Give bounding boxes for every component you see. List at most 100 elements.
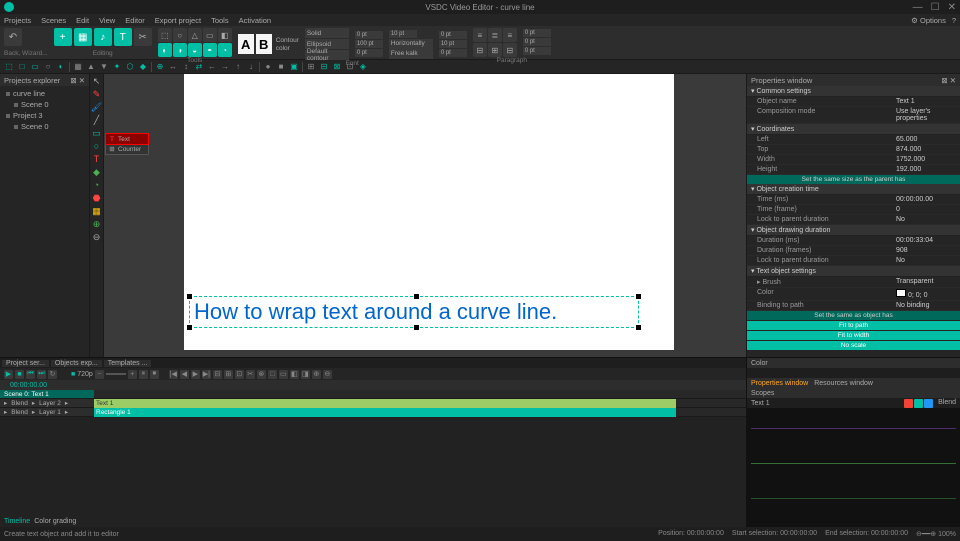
prop-value[interactable]: 00:00:00.00 xyxy=(896,196,956,203)
tool-icon[interactable]: ↑ xyxy=(233,62,243,72)
tree-item[interactable]: curve line xyxy=(2,88,87,99)
tool-icon[interactable]: ⊞ xyxy=(306,62,316,72)
menu-projects[interactable]: Projects xyxy=(4,16,31,25)
tool-icon[interactable]: ⊟ xyxy=(319,62,329,72)
tree-item[interactable]: Scene 0 xyxy=(2,121,87,132)
scene-title[interactable]: Scene 0: Text 1 xyxy=(4,391,49,398)
timeline-tab[interactable]: Timeline xyxy=(4,518,30,525)
menu-tools[interactable]: Tools xyxy=(211,16,229,25)
pen-tool-icon[interactable]: ✎ xyxy=(92,89,102,99)
tl-button[interactable]: ◀ xyxy=(180,370,189,379)
tool-icon[interactable]: ← xyxy=(207,62,217,72)
style-dropdown[interactable]: Default contour xyxy=(305,50,349,60)
tl-button[interactable]: ▶ xyxy=(191,370,200,379)
prop-value[interactable]: Text 1 xyxy=(896,98,956,105)
text-style-b-button[interactable]: B xyxy=(256,34,272,54)
canvas[interactable]: How to wrap text around a curve line. xyxy=(184,74,674,350)
size-spinner[interactable]: 10 pt xyxy=(439,40,467,48)
tl-button[interactable]: |◀ xyxy=(169,370,178,379)
align-icon[interactable]: ≡ xyxy=(473,28,487,42)
tl-button[interactable]: □ xyxy=(268,370,277,379)
size-spinner[interactable]: 0 pt xyxy=(523,38,551,46)
help-button[interactable]: ? xyxy=(952,16,956,25)
menu-export-project[interactable]: Export project xyxy=(155,16,201,25)
layer-dropdown[interactable]: Layer 2 xyxy=(39,400,61,407)
align-icon[interactable]: ⊞ xyxy=(488,43,502,57)
tool-icon[interactable]: ◑ xyxy=(173,43,187,57)
text-effects-button[interactable]: T xyxy=(114,28,132,46)
section-header[interactable]: ▾ Text object settings xyxy=(747,266,960,277)
panel-close-icon[interactable]: ⊠ ✕ xyxy=(941,76,956,85)
maximize-button[interactable]: ☐ xyxy=(931,2,940,13)
tool-icon[interactable]: ◔ xyxy=(218,43,232,57)
ctx-menu-counter[interactable]: ⊞Counter xyxy=(106,144,148,154)
tool-icon[interactable]: ○ xyxy=(173,28,187,42)
scope-blend[interactable]: Blend xyxy=(938,399,956,408)
tool-icon[interactable]: ▦ xyxy=(73,62,83,72)
tool-icon[interactable]: ⊠ xyxy=(332,62,342,72)
line-tool-icon[interactable]: ╱ xyxy=(92,115,102,125)
play-button[interactable]: ▶ xyxy=(4,370,13,379)
scope-blue-toggle[interactable] xyxy=(924,399,933,408)
prop-value[interactable]: 874.000 xyxy=(896,146,956,153)
prop-value[interactable]: No binding xyxy=(896,302,956,309)
menu-scenes[interactable]: Scenes xyxy=(41,16,66,25)
ellipse-tool-icon[interactable]: ○ xyxy=(92,141,102,151)
tl-button[interactable]: ⊡ xyxy=(235,370,244,379)
menu-view[interactable]: View xyxy=(99,16,115,25)
tool-icon[interactable]: ▭ xyxy=(30,62,40,72)
tool-icon[interactable]: ◓ xyxy=(203,43,217,57)
tool-icon[interactable]: → xyxy=(220,62,230,72)
tl-button[interactable]: ⊟ xyxy=(213,370,222,379)
pie-tool-icon[interactable]: ◔ xyxy=(92,180,102,190)
prop-value[interactable]: 192.000 xyxy=(896,166,956,173)
tool-icon[interactable]: ⊕ xyxy=(155,62,165,72)
section-header[interactable]: ▾ Common settings xyxy=(747,86,960,97)
audio-effects-button[interactable]: ♪ xyxy=(94,28,112,46)
tool-icon[interactable]: ▦ xyxy=(92,206,102,216)
align-icon[interactable]: ⊟ xyxy=(503,43,517,57)
size-spinner[interactable]: 0 pt xyxy=(355,31,383,39)
tl-button[interactable]: ⊗ xyxy=(257,370,266,379)
tl-button[interactable]: ✂ xyxy=(246,370,255,379)
text-object-selected[interactable]: How to wrap text around a curve line. xyxy=(189,296,639,328)
scope-green-toggle[interactable] xyxy=(914,399,923,408)
tl-button[interactable]: ▶| xyxy=(202,370,211,379)
align-icon[interactable]: ⊟ xyxy=(473,43,487,57)
tool-icon[interactable]: ↔ xyxy=(168,62,178,72)
colorgrading-tab[interactable]: Color grading xyxy=(34,518,76,525)
text-tool-icon[interactable]: T xyxy=(92,154,102,164)
align-icon[interactable]: ≡ xyxy=(503,28,517,42)
bottom-tab[interactable]: Templates ... xyxy=(104,360,152,367)
shape-tool-icon[interactable]: ◆ xyxy=(92,167,102,177)
menu-edit[interactable]: Edit xyxy=(76,16,89,25)
tool-icon[interactable]: ⊡ xyxy=(345,62,355,72)
tool-icon[interactable]: ↓ xyxy=(246,62,256,72)
tool-icon[interactable]: ◐ xyxy=(56,62,66,72)
size-spinner[interactable]: 0 pt xyxy=(523,29,551,37)
tl-button[interactable]: ◧ xyxy=(290,370,299,379)
tool-icon[interactable]: ⬡ xyxy=(125,62,135,72)
text-style-a-button[interactable]: A xyxy=(238,34,254,54)
tool-icon[interactable]: ↕ xyxy=(181,62,191,72)
section-header[interactable]: ▾ Coordinates xyxy=(747,124,960,135)
prop-value[interactable]: 908 xyxy=(896,247,956,254)
timeline-clip[interactable]: Rectangle 1 xyxy=(94,408,676,417)
video-effects-button[interactable]: ▦ xyxy=(74,28,92,46)
add-object-button[interactable]: + xyxy=(54,28,72,46)
tool-icon[interactable]: ⊖ xyxy=(92,232,102,242)
size-spinner[interactable]: 0 pt xyxy=(355,49,383,57)
size-spinner[interactable]: 100 pt xyxy=(355,40,383,48)
prop-value[interactable]: 00:00:33:04 xyxy=(896,237,956,244)
timeline-clip[interactable]: Text 1 xyxy=(94,399,676,408)
tool-icon[interactable]: ✦ xyxy=(112,62,122,72)
tool-icon[interactable]: ▣ xyxy=(289,62,299,72)
tree-item[interactable]: Scene 0 xyxy=(2,99,87,110)
blend-dropdown[interactable]: Blend xyxy=(11,400,28,407)
close-button[interactable]: ✕ xyxy=(948,2,956,13)
brush-tool-icon[interactable]: 🖌 xyxy=(92,102,102,112)
horizontal-dropdown[interactable]: Horizontally xyxy=(389,39,433,49)
prop-value[interactable]: Use layer's properties xyxy=(896,108,956,122)
tool-icon[interactable]: ▲ xyxy=(86,62,96,72)
resolution-label[interactable]: 720p xyxy=(77,371,93,378)
